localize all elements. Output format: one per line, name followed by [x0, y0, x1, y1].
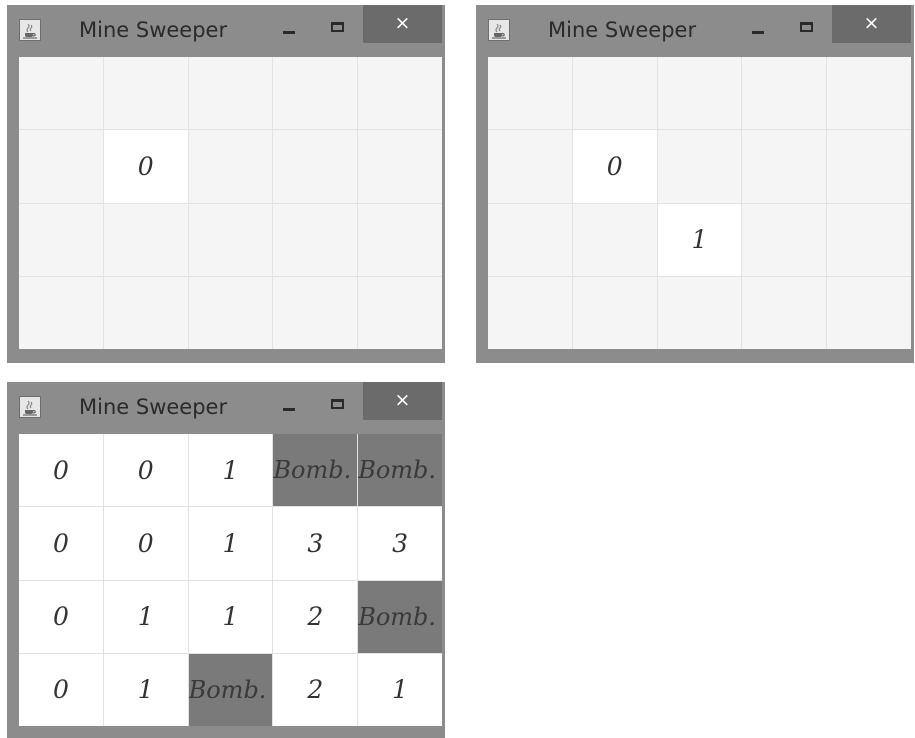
- close-button[interactable]: ×: [832, 5, 911, 43]
- grid-cell[interactable]: [657, 276, 742, 349]
- minesweeper-window-1: Mine Sweeper × 0: [7, 5, 445, 363]
- close-button[interactable]: ×: [363, 5, 442, 43]
- grid-cell[interactable]: [273, 276, 358, 349]
- grid-cell-revealed[interactable]: 2: [273, 580, 358, 653]
- grid-cell-bomb[interactable]: Bomb.: [273, 434, 358, 507]
- grid-cell[interactable]: [358, 130, 442, 203]
- grid-cell[interactable]: [19, 276, 103, 349]
- grid-cell[interactable]: [827, 130, 911, 203]
- grid-cell-revealed[interactable]: 1: [103, 580, 188, 653]
- grid-cell[interactable]: [572, 276, 657, 349]
- grid-cell[interactable]: [827, 57, 911, 130]
- minimize-button[interactable]: [277, 390, 303, 420]
- mine-grid: 0 1: [488, 57, 911, 349]
- grid-cell-revealed[interactable]: 3: [273, 507, 358, 580]
- maximize-button[interactable]: [325, 13, 351, 43]
- grid-cell[interactable]: [188, 130, 273, 203]
- grid-cell[interactable]: [358, 276, 442, 349]
- grid-cell[interactable]: [358, 203, 442, 276]
- maximize-icon: [800, 22, 813, 32]
- grid-cell[interactable]: [19, 57, 103, 130]
- grid-cell[interactable]: [488, 130, 572, 203]
- minesweeper-window-2: Mine Sweeper × 0 1: [476, 5, 914, 363]
- java-cup-icon[interactable]: [488, 19, 510, 41]
- grid-cell[interactable]: [273, 130, 358, 203]
- grid-cell-revealed[interactable]: 1: [358, 653, 442, 726]
- grid-cell[interactable]: [742, 203, 827, 276]
- minimize-button[interactable]: [277, 13, 303, 43]
- close-button[interactable]: ×: [363, 382, 442, 420]
- grid-cell[interactable]: [358, 57, 442, 130]
- grid-cell[interactable]: [103, 203, 188, 276]
- mine-grid: 0 0 1 Bomb. Bomb. 0 0 1 3 3 0 1 1 2 Bomb…: [19, 434, 442, 726]
- window-title: Mine Sweeper: [548, 18, 697, 42]
- screenshot-stage: Mine Sweeper × 0 Mine Sweeper × 0 1 Mine…: [0, 0, 915, 738]
- grid-cell-revealed[interactable]: 0: [103, 434, 188, 507]
- grid-cell[interactable]: [273, 203, 358, 276]
- window-title: Mine Sweeper: [79, 395, 228, 419]
- grid-cell-revealed[interactable]: 0: [103, 507, 188, 580]
- grid-cell-revealed[interactable]: 0: [19, 580, 103, 653]
- grid-cell[interactable]: [488, 203, 572, 276]
- title-bar[interactable]: Mine Sweeper ×: [7, 382, 445, 434]
- grid-cell-revealed[interactable]: 1: [103, 653, 188, 726]
- grid-cell[interactable]: [273, 57, 358, 130]
- grid-cell[interactable]: [742, 130, 827, 203]
- grid-cell[interactable]: [188, 203, 273, 276]
- maximize-icon: [331, 22, 344, 32]
- grid-cell[interactable]: [827, 276, 911, 349]
- grid-cell-revealed[interactable]: 0: [19, 507, 103, 580]
- grid-cell-bomb[interactable]: Bomb.: [358, 434, 442, 507]
- grid-cell[interactable]: [572, 203, 657, 276]
- grid-cell[interactable]: [103, 276, 188, 349]
- grid-cell-revealed[interactable]: 2: [273, 653, 358, 726]
- maximize-button[interactable]: [325, 390, 351, 420]
- minimize-button[interactable]: [746, 13, 772, 43]
- grid-cell[interactable]: [827, 203, 911, 276]
- mine-grid: 0: [19, 57, 442, 349]
- grid-cell-bomb[interactable]: Bomb.: [358, 580, 442, 653]
- java-cup-icon[interactable]: [19, 396, 41, 418]
- grid-cell-revealed[interactable]: 0: [19, 434, 103, 507]
- title-bar[interactable]: Mine Sweeper ×: [476, 5, 914, 57]
- grid-cell[interactable]: [188, 57, 273, 130]
- maximize-icon: [331, 399, 344, 409]
- grid-cell[interactable]: [742, 276, 827, 349]
- grid-cell-revealed[interactable]: 3: [358, 507, 442, 580]
- title-bar[interactable]: Mine Sweeper ×: [7, 5, 445, 57]
- minesweeper-window-3: Mine Sweeper × 0 0 1 Bomb. Bomb. 0 0 1 3…: [7, 382, 445, 738]
- window-title: Mine Sweeper: [79, 18, 228, 42]
- grid-cell-revealed[interactable]: 0: [103, 130, 188, 203]
- minimize-icon: [283, 408, 295, 411]
- grid-cell-revealed[interactable]: 1: [188, 580, 273, 653]
- grid-cell[interactable]: [488, 57, 572, 130]
- java-cup-icon[interactable]: [19, 19, 41, 41]
- maximize-button[interactable]: [794, 13, 820, 43]
- grid-cell-revealed[interactable]: 0: [572, 130, 657, 203]
- grid-cell[interactable]: [657, 57, 742, 130]
- grid-cell[interactable]: [188, 276, 273, 349]
- minimize-icon: [283, 31, 295, 34]
- grid-cell[interactable]: [488, 276, 572, 349]
- grid-cell-bomb[interactable]: Bomb.: [188, 653, 273, 726]
- grid-cell-revealed[interactable]: 0: [19, 653, 103, 726]
- grid-cell-revealed[interactable]: 1: [188, 434, 273, 507]
- grid-cell[interactable]: [19, 203, 103, 276]
- grid-cell[interactable]: [19, 130, 103, 203]
- grid-cell[interactable]: [742, 57, 827, 130]
- minimize-icon: [752, 31, 764, 34]
- grid-cell[interactable]: [572, 57, 657, 130]
- grid-cell-revealed[interactable]: 1: [188, 507, 273, 580]
- grid-cell-revealed[interactable]: 1: [657, 203, 742, 276]
- grid-cell[interactable]: [103, 57, 188, 130]
- grid-cell[interactable]: [657, 130, 742, 203]
